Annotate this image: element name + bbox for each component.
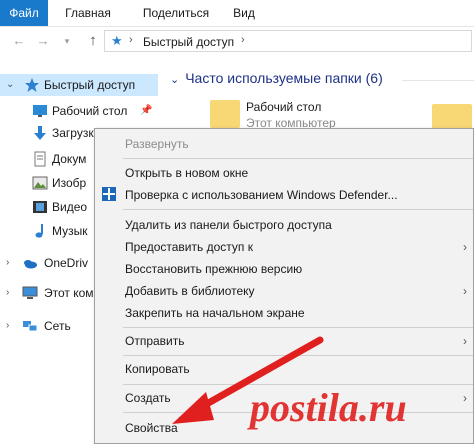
- network-icon: [23, 321, 38, 332]
- menu-separator: [123, 327, 473, 328]
- group-header[interactable]: ⌄ Часто используемые папки (6): [170, 70, 383, 86]
- menu-item-label: Предоставить доступ к: [125, 240, 253, 254]
- chevron-right-icon: ›: [463, 334, 467, 348]
- menu-separator: [123, 209, 473, 210]
- chevron-right-icon[interactable]: ›: [6, 315, 9, 337]
- back-arrow-icon[interactable]: ←: [10, 32, 28, 50]
- address-row: ← → ▾ ↑ ★ › Быстрый доступ ›: [0, 26, 474, 56]
- nav-item-label: OneDriv: [44, 256, 89, 270]
- nav-item-pictures[interactable]: Изобр: [0, 172, 94, 194]
- menu-separator: [123, 355, 473, 356]
- menu-item-open-new-window[interactable]: Открыть в новом окне: [95, 162, 474, 184]
- breadcrumb[interactable]: Быстрый доступ: [143, 35, 234, 49]
- group-title: Часто используемые папки (6): [185, 70, 383, 86]
- tab-view[interactable]: Вид: [224, 0, 264, 26]
- menu-item-remove-quick-access[interactable]: Удалить из панели быстрого доступа: [95, 214, 474, 236]
- divider: [402, 80, 474, 81]
- nav-item-label: Быстрый доступ: [44, 78, 136, 92]
- nav-item-onedrive[interactable]: › OneDriv: [0, 252, 94, 274]
- chevron-down-icon[interactable]: ⌄: [6, 74, 14, 96]
- folder-name: Рабочий стол: [246, 100, 322, 114]
- menu-item-defender-scan[interactable]: Проверка с использованием Windows Defend…: [95, 184, 474, 206]
- picture-icon: [32, 176, 48, 190]
- nav-item-desktop[interactable]: Рабочий стол 📌: [0, 100, 158, 122]
- up-arrow-icon[interactable]: ↑: [84, 32, 102, 50]
- menu-separator: [123, 158, 473, 159]
- tab-file[interactable]: Файл: [0, 0, 48, 26]
- ribbon-tabs: Файл Главная Поделиться Вид: [0, 0, 474, 27]
- recent-dropdown-icon[interactable]: ▾: [58, 32, 76, 50]
- address-bar[interactable]: ★ › Быстрый доступ ›: [104, 30, 472, 52]
- star-icon: [25, 78, 39, 92]
- nav-item-label: Рабочий стол: [52, 104, 128, 118]
- chevron-right-icon[interactable]: ›: [6, 282, 9, 304]
- star-icon: ★: [111, 33, 123, 48]
- menu-item-share-with[interactable]: Предоставить доступ к ›: [95, 236, 474, 258]
- menu-item-label: Открыть в новом окне: [125, 166, 249, 180]
- menu-item-label: Свойства: [125, 421, 178, 435]
- menu-item-label: Копировать: [125, 362, 190, 376]
- nav-item-label: Видео: [52, 200, 88, 214]
- nav-item-network[interactable]: › Сеть: [0, 315, 94, 337]
- cloud-icon: [24, 260, 37, 269]
- chevron-right-icon[interactable]: ›: [241, 34, 245, 46]
- menu-item-expand[interactable]: Развернуть: [95, 133, 474, 155]
- nav-item-documents[interactable]: Докум: [0, 148, 94, 170]
- menu-item-label: Закрепить на начальном экране: [125, 306, 305, 320]
- watermark: postila.ru: [250, 385, 407, 430]
- music-icon: [35, 224, 43, 238]
- menu-item-label: Добавить в библиотеку: [125, 284, 255, 298]
- folder-icon: [210, 100, 240, 128]
- nav-item-label: Музык: [52, 224, 88, 238]
- video-icon: [33, 201, 47, 213]
- nav-item-label: Сеть: [44, 319, 71, 333]
- nav-item-this-pc[interactable]: › Этот ком: [0, 282, 94, 304]
- chevron-right-icon: ›: [463, 391, 467, 405]
- computer-icon: [22, 286, 38, 299]
- nav-item-label: Докум: [52, 152, 87, 166]
- windows-defender-icon: [102, 187, 116, 201]
- nav-item-quick-access[interactable]: ⌄ Быстрый доступ: [0, 74, 158, 96]
- nav-item-label: Изобр: [52, 176, 87, 190]
- nav-item-music[interactable]: Музык: [0, 220, 94, 242]
- nav-item-label: Загрузк: [52, 126, 94, 140]
- desktop-icon: [33, 105, 47, 117]
- menu-item-send-to[interactable]: Отправить ›: [95, 330, 474, 352]
- menu-item-restore-version[interactable]: Восстановить прежнюю версию: [95, 258, 474, 280]
- chevron-right-icon[interactable]: ›: [129, 34, 133, 46]
- chevron-down-icon: ⌄: [170, 74, 180, 86]
- menu-item-label: Проверка с использованием Windows Defend…: [125, 188, 398, 202]
- menu-item-label: Отправить: [125, 334, 185, 348]
- chevron-right-icon: ›: [463, 240, 467, 254]
- menu-item-label: Удалить из панели быстрого доступа: [125, 218, 332, 232]
- menu-item-label: Создать: [125, 391, 171, 405]
- chevron-right-icon[interactable]: ›: [6, 252, 9, 274]
- forward-arrow-icon[interactable]: →: [34, 32, 52, 50]
- menu-item-pin-to-start[interactable]: Закрепить на начальном экране: [95, 302, 474, 324]
- nav-item-label: Этот ком: [44, 286, 94, 300]
- nav-item-downloads[interactable]: Загрузк: [0, 122, 94, 144]
- menu-item-label: Восстановить прежнюю версию: [125, 262, 303, 276]
- pin-icon: 📌: [140, 105, 153, 116]
- tab-share[interactable]: Поделиться: [128, 0, 224, 26]
- tab-home[interactable]: Главная: [58, 0, 118, 26]
- menu-item-label: Развернуть: [125, 137, 189, 151]
- menu-item-add-to-library[interactable]: Добавить в библиотеку ›: [95, 280, 474, 302]
- chevron-right-icon: ›: [463, 284, 467, 298]
- download-icon: [34, 126, 46, 140]
- document-icon: [34, 151, 46, 167]
- nav-item-videos[interactable]: Видео: [0, 196, 94, 218]
- menu-item-copy[interactable]: Копировать: [95, 358, 474, 380]
- folder-icon[interactable]: [432, 104, 472, 130]
